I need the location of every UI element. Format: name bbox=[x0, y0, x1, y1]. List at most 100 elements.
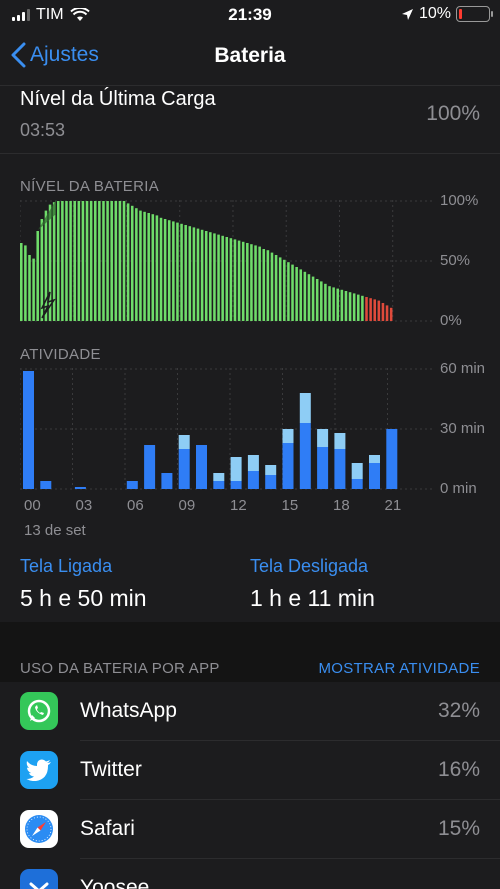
screen-on-bar bbox=[144, 445, 156, 489]
screen-on-bar bbox=[178, 449, 190, 489]
last-charge-title: Nível da Última Carga bbox=[20, 88, 216, 110]
battery-bar bbox=[188, 226, 192, 321]
battery-bar bbox=[241, 241, 245, 321]
battery-bar bbox=[246, 243, 249, 321]
activity-xtick: 21 bbox=[385, 497, 402, 514]
battery-bar bbox=[217, 234, 220, 321]
yoosee-icon bbox=[20, 869, 58, 889]
show-activity-button[interactable]: MOSTRAR ATIVIDADE bbox=[318, 660, 480, 677]
battery-bar bbox=[233, 239, 237, 321]
screen-on-bar bbox=[161, 473, 173, 489]
screen-off-value: 1 h e 11 min bbox=[250, 585, 375, 611]
screen-off-bar bbox=[334, 433, 346, 449]
content-scroll[interactable]: Nível da Última Carga 03:53 100% NÍVEL D… bbox=[0, 86, 500, 889]
battery-bar bbox=[377, 300, 381, 321]
battery-bar bbox=[167, 220, 171, 321]
battery-bar bbox=[32, 258, 35, 321]
list-item[interactable]: Safari 15% bbox=[0, 800, 500, 859]
screen-off-bar bbox=[369, 455, 380, 463]
activity-date-label: 13 de set bbox=[24, 522, 86, 539]
usage-header-label: USO DA BATERIA POR APP bbox=[20, 660, 220, 677]
screen-off-bar bbox=[282, 429, 294, 443]
activity-xtick: 18 bbox=[333, 497, 350, 514]
list-item[interactable]: Yoosee bbox=[0, 859, 500, 889]
battery-bar bbox=[262, 249, 266, 321]
activity-ytick-30: 30 min bbox=[440, 420, 486, 437]
battery-bar bbox=[221, 235, 224, 321]
page-title: Bateria bbox=[214, 44, 286, 67]
battery-bar bbox=[361, 295, 364, 321]
twitter-icon bbox=[20, 751, 58, 789]
battery-bar bbox=[24, 245, 27, 321]
whatsapp-icon bbox=[20, 692, 58, 730]
battery-bar bbox=[324, 283, 327, 321]
battery-bar bbox=[126, 203, 130, 321]
screen-on-bar bbox=[126, 481, 138, 489]
screen-on-bar bbox=[334, 449, 346, 489]
battery-bar bbox=[176, 222, 179, 321]
battery-bar bbox=[180, 223, 183, 321]
screen-on-bar bbox=[74, 487, 86, 489]
battery-bar bbox=[61, 201, 64, 321]
screen-on-bar bbox=[282, 443, 294, 489]
last-charge-time: 03:53 bbox=[20, 120, 66, 140]
battery-bar bbox=[118, 201, 122, 321]
safari-icon bbox=[20, 810, 58, 848]
screen-on-bar bbox=[196, 445, 207, 489]
battery-bar bbox=[77, 201, 81, 321]
battery-bar bbox=[278, 257, 282, 321]
battery-bar bbox=[73, 201, 76, 321]
battery-bar bbox=[357, 294, 360, 321]
battery-bar bbox=[130, 205, 134, 321]
location-icon bbox=[401, 8, 413, 20]
battery-bar bbox=[147, 213, 150, 321]
battery-bar bbox=[369, 298, 372, 321]
battery-ytick-100: 100% bbox=[440, 192, 479, 209]
battery-bar bbox=[332, 287, 335, 321]
battery-bar bbox=[159, 217, 163, 321]
screen-on-bar bbox=[40, 481, 52, 489]
list-item[interactable]: Twitter 16% bbox=[0, 741, 500, 800]
battery-bar bbox=[106, 201, 109, 321]
app-percent: 32% bbox=[437, 699, 480, 722]
battery-bar bbox=[250, 244, 253, 321]
screen-on-bar bbox=[299, 423, 311, 489]
last-charge-row: Nível da Última Carga 03:53 100% bbox=[0, 86, 500, 154]
battery-bar bbox=[102, 201, 105, 321]
screen-on-bar bbox=[213, 481, 225, 489]
battery-bar bbox=[172, 221, 175, 321]
battery-bar bbox=[340, 289, 344, 321]
app-name: Twitter bbox=[80, 758, 142, 781]
activity-xtick: 15 bbox=[282, 497, 299, 514]
list-item[interactable]: WhatsApp 32% bbox=[0, 682, 500, 741]
battery-level-chart[interactable] bbox=[20, 200, 432, 322]
battery-bar bbox=[303, 271, 307, 321]
app-percent: 16% bbox=[437, 758, 480, 781]
screen-off-bar bbox=[265, 465, 277, 475]
activity-chart[interactable]: 00 03 06 09 12 15 18 21 bbox=[20, 368, 432, 516]
battery-bar bbox=[274, 255, 278, 321]
battery-bar bbox=[381, 303, 385, 321]
activity-ytick-60: 60 min bbox=[440, 360, 486, 377]
battery-bar bbox=[315, 279, 319, 321]
screen-off-stat: Tela Desligada 1 h e 11 min bbox=[250, 556, 375, 612]
battery-bar bbox=[163, 219, 167, 321]
battery-bar bbox=[81, 201, 85, 321]
battery-bar bbox=[270, 252, 274, 321]
battery-bar bbox=[139, 210, 142, 321]
battery-bar bbox=[209, 232, 212, 321]
battery-bar bbox=[143, 211, 146, 321]
battery-bar bbox=[385, 305, 389, 321]
screen-off-bar bbox=[351, 463, 363, 479]
screen-time-stats: Tela Ligada 5 h e 50 min Tela Desligada … bbox=[0, 556, 500, 628]
screen-on-bar bbox=[23, 371, 34, 489]
battery-bar bbox=[344, 291, 348, 321]
battery-bar bbox=[69, 201, 72, 321]
screen-off-bar bbox=[317, 429, 329, 447]
battery-bar bbox=[155, 215, 159, 321]
battery-bar bbox=[184, 225, 187, 321]
battery-bar bbox=[291, 264, 294, 321]
screen-on-bar bbox=[265, 475, 277, 489]
screen-on-stat: Tela Ligada 5 h e 50 min bbox=[20, 556, 147, 612]
screen-on-bar bbox=[317, 447, 329, 489]
